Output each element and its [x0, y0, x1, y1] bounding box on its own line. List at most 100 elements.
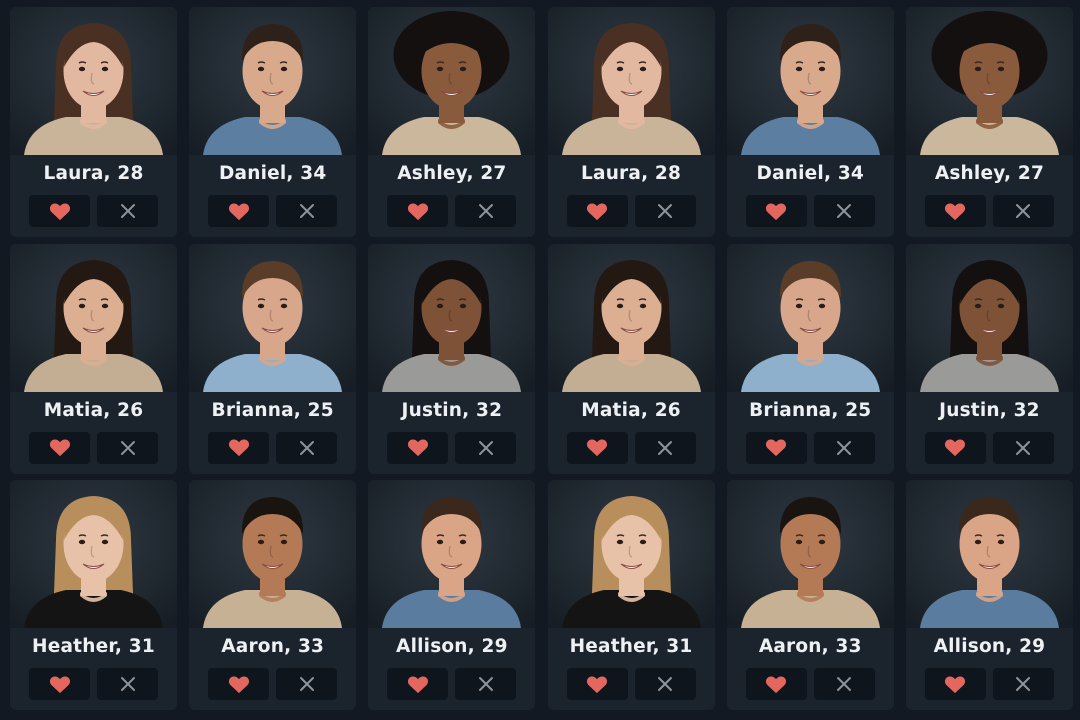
heart-icon	[407, 438, 429, 457]
profile-grid: Laura, 28 Daniel, 34 Ashley, 27 Laura, 2…	[10, 7, 1073, 712]
like-button[interactable]	[566, 431, 628, 464]
like-button[interactable]	[566, 195, 628, 227]
profile-name: Laura, 28	[43, 163, 144, 184]
profile-photo	[368, 7, 536, 155]
pass-button[interactable]	[992, 195, 1054, 227]
close-icon	[478, 676, 494, 692]
profile-photo	[189, 243, 357, 392]
pass-button[interactable]	[97, 431, 158, 464]
profile-name: Allison, 29	[933, 636, 1046, 657]
heart-icon	[765, 675, 787, 694]
heart-icon	[49, 675, 71, 694]
profile-card[interactable]: Justin, 32	[368, 243, 536, 474]
profile-name: Laura, 28	[581, 163, 682, 184]
profile-card[interactable]: Allison, 29	[368, 480, 536, 710]
heart-icon	[49, 202, 71, 221]
profile-name: Matia, 26	[43, 399, 144, 421]
heart-icon	[944, 675, 966, 694]
heart-icon	[407, 202, 429, 221]
profile-name: Justin, 32	[939, 399, 1040, 421]
like-button[interactable]	[208, 668, 270, 700]
profile-card[interactable]: Aaron, 33	[189, 480, 357, 710]
like-button[interactable]	[208, 195, 270, 227]
pass-button[interactable]	[992, 668, 1054, 700]
profile-photo	[905, 7, 1073, 155]
pass-button[interactable]	[813, 195, 875, 227]
heart-icon	[228, 438, 250, 457]
heart-icon	[49, 438, 71, 457]
like-button[interactable]	[924, 668, 986, 700]
like-button[interactable]	[924, 195, 986, 227]
pass-button[interactable]	[634, 668, 696, 700]
profile-card[interactable]: Ashley, 27	[905, 7, 1073, 237]
close-icon	[299, 676, 315, 692]
profile-card[interactable]: Heather, 31	[547, 480, 715, 710]
profile-card[interactable]: Allison, 29	[905, 480, 1073, 710]
profile-card[interactable]: Justin, 32	[905, 243, 1073, 474]
like-button[interactable]	[29, 195, 90, 227]
heart-icon	[586, 675, 608, 694]
profile-photo	[368, 243, 536, 392]
close-icon	[1015, 203, 1031, 219]
profile-name: Allison, 29	[396, 636, 508, 657]
close-icon	[836, 203, 852, 219]
like-button[interactable]	[29, 431, 90, 464]
profile-card[interactable]: Laura, 28	[547, 7, 715, 237]
like-button[interactable]	[387, 668, 449, 700]
pass-button[interactable]	[634, 195, 696, 227]
close-icon	[657, 440, 673, 456]
profile-name: Aaron, 33	[221, 636, 325, 657]
profile-card[interactable]: Aaron, 33	[726, 480, 894, 710]
profile-card[interactable]: Daniel, 34	[189, 7, 357, 237]
profile-photo	[189, 480, 357, 628]
like-button[interactable]	[387, 431, 449, 464]
profile-name: Aaron, 33	[758, 636, 862, 657]
profile-card[interactable]: Brianna, 25	[189, 243, 357, 474]
profile-photo	[726, 7, 894, 155]
pass-button[interactable]	[813, 431, 875, 464]
heart-icon	[586, 202, 608, 221]
like-button[interactable]	[745, 195, 807, 227]
close-icon	[1015, 440, 1031, 456]
profile-photo	[547, 7, 715, 155]
pass-button[interactable]	[97, 668, 158, 700]
profile-photo	[368, 480, 536, 628]
like-button[interactable]	[745, 668, 807, 700]
pass-button[interactable]	[455, 195, 517, 227]
profile-name: Brianna, 25	[211, 399, 334, 421]
pass-button[interactable]	[276, 668, 338, 700]
like-button[interactable]	[387, 195, 449, 227]
profile-card[interactable]: Laura, 28	[10, 7, 177, 237]
profile-card[interactable]: Matia, 26	[547, 243, 715, 474]
heart-icon	[586, 438, 608, 457]
profile-photo	[189, 7, 357, 155]
heart-icon	[228, 202, 250, 221]
pass-button[interactable]	[813, 668, 875, 700]
close-icon	[1015, 676, 1031, 692]
close-icon	[836, 440, 852, 456]
profile-photo	[547, 480, 715, 628]
like-button[interactable]	[29, 668, 90, 700]
pass-button[interactable]	[276, 431, 338, 464]
like-button[interactable]	[566, 668, 628, 700]
profile-card[interactable]: Ashley, 27	[368, 7, 536, 237]
heart-icon	[228, 675, 250, 694]
like-button[interactable]	[208, 431, 270, 464]
close-icon	[478, 203, 494, 219]
profile-card[interactable]: Daniel, 34	[726, 7, 894, 237]
pass-button[interactable]	[455, 668, 517, 700]
profile-card[interactable]: Heather, 31	[10, 480, 177, 710]
heart-icon	[944, 202, 966, 221]
profile-card[interactable]: Matia, 26	[10, 243, 177, 474]
pass-button[interactable]	[992, 431, 1054, 464]
pass-button[interactable]	[634, 431, 696, 464]
like-button[interactable]	[924, 431, 986, 464]
pass-button[interactable]	[276, 195, 338, 227]
profile-card[interactable]: Brianna, 25	[726, 243, 894, 474]
profile-name: Matia, 26	[581, 399, 681, 421]
close-icon	[120, 203, 136, 219]
like-button[interactable]	[745, 431, 807, 464]
heart-icon	[765, 438, 787, 457]
pass-button[interactable]	[97, 195, 158, 227]
pass-button[interactable]	[455, 431, 517, 464]
